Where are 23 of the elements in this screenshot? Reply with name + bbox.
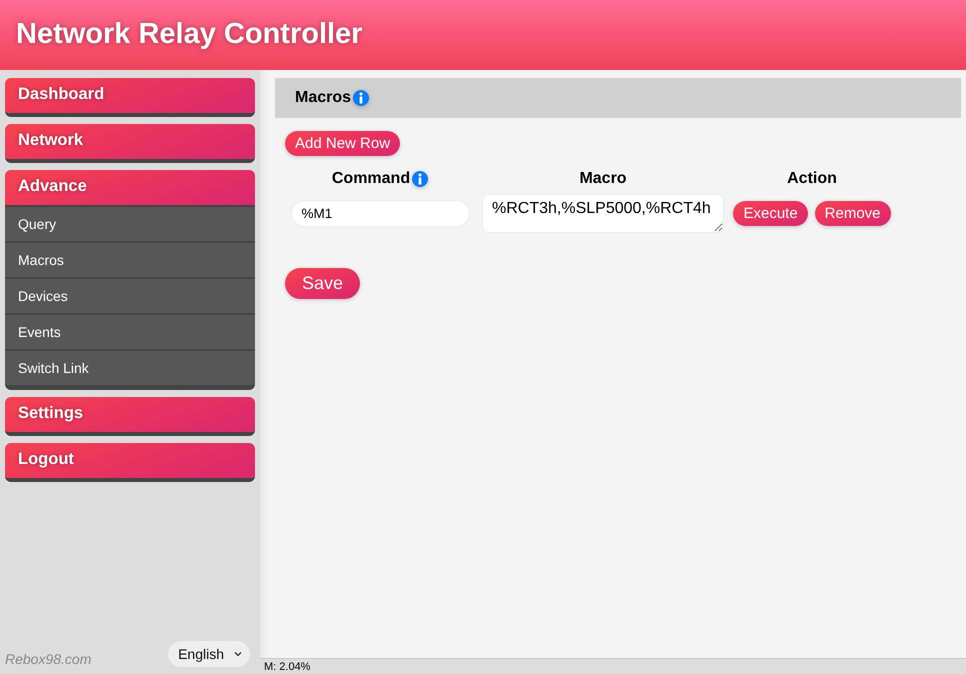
- panel-title: Macros: [295, 89, 352, 107]
- column-header: Action: [787, 170, 837, 188]
- submenu-item[interactable]: Switch Link: [5, 349, 255, 385]
- execute-button[interactable]: Execute: [733, 201, 808, 226]
- menu-item[interactable]: Settings: [5, 397, 255, 432]
- menu-item[interactable]: Logout: [5, 443, 255, 478]
- memory-usage: M: 2.04%: [264, 660, 310, 672]
- brand-text: Rebox98.com: [5, 651, 92, 667]
- menu-item[interactable]: Dashboard: [5, 78, 255, 113]
- app-title: Network Relay Controller: [16, 18, 362, 52]
- save-button[interactable]: Save: [285, 268, 360, 299]
- info-icon[interactable]: [353, 90, 370, 106]
- info-icon[interactable]: [412, 171, 428, 187]
- menu-item[interactable]: Advance: [5, 170, 255, 205]
- command-field[interactable]: %M1: [292, 201, 468, 226]
- caret-icon: [234, 651, 242, 657]
- column-header: Macro: [579, 170, 627, 188]
- column-header: Command: [332, 170, 410, 188]
- remove-button[interactable]: Remove: [814, 201, 891, 226]
- add-row-button[interactable]: Add New Row: [285, 131, 400, 156]
- macro-field[interactable]: %RCT3h,%SLP5000,%RCT4h: [483, 195, 723, 232]
- language-select[interactable]: English: [168, 641, 250, 667]
- menu-item[interactable]: Network: [5, 124, 255, 159]
